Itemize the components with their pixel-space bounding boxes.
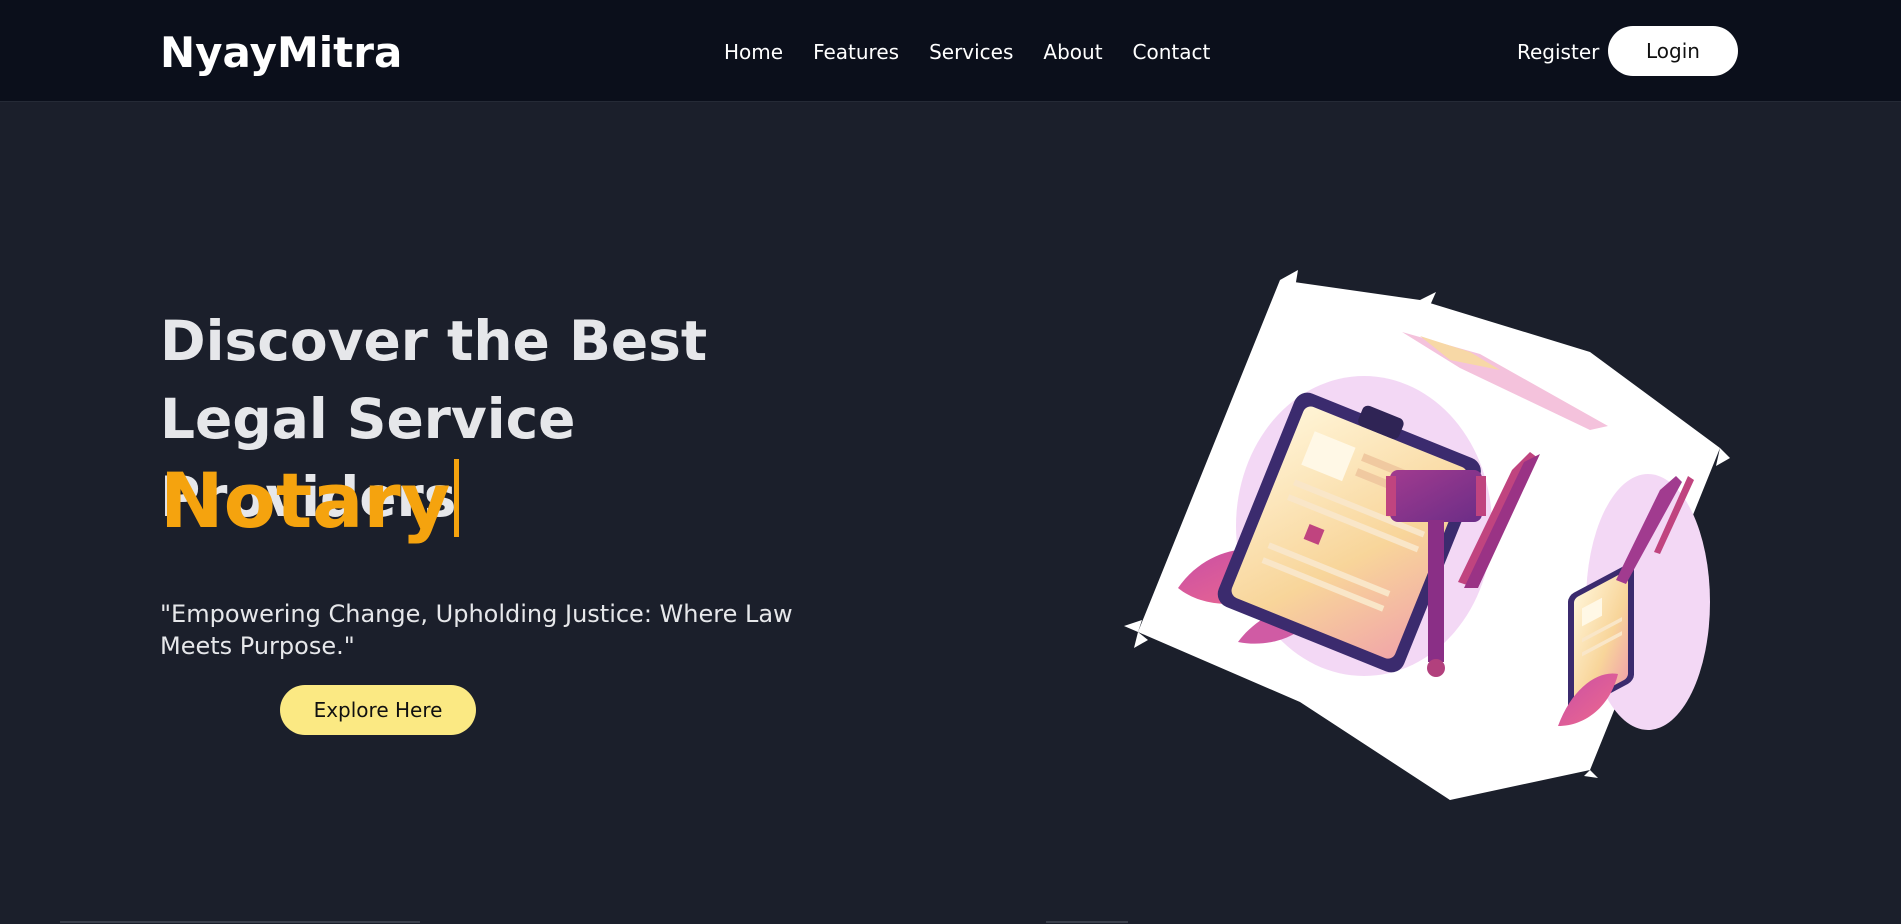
nav-features[interactable]: Features — [813, 40, 899, 64]
nav-services[interactable]: Services — [929, 40, 1013, 64]
nav-links: Home Features Services About Contact — [724, 40, 1210, 64]
section-divider — [1046, 921, 1128, 923]
hero-tagline: "Empowering Change, Upholding Justice: W… — [160, 600, 793, 660]
nav-home[interactable]: Home — [724, 40, 783, 64]
typed-text: Notary — [160, 456, 460, 546]
section-divider — [60, 921, 420, 923]
typed-word: Notary — [160, 456, 451, 545]
explore-button[interactable]: Explore Here — [280, 685, 476, 735]
nav-contact[interactable]: Contact — [1133, 40, 1211, 64]
nav-about[interactable]: About — [1043, 40, 1102, 64]
login-button[interactable]: Login — [1608, 26, 1738, 76]
brand-logo[interactable]: NyayMitra — [160, 28, 402, 77]
legal-cube-illustration — [1124, 270, 1730, 800]
register-link[interactable]: Register — [1517, 40, 1599, 64]
navbar: NyayMitra Home Features Services About C… — [0, 0, 1901, 101]
typing-caret — [454, 459, 460, 537]
